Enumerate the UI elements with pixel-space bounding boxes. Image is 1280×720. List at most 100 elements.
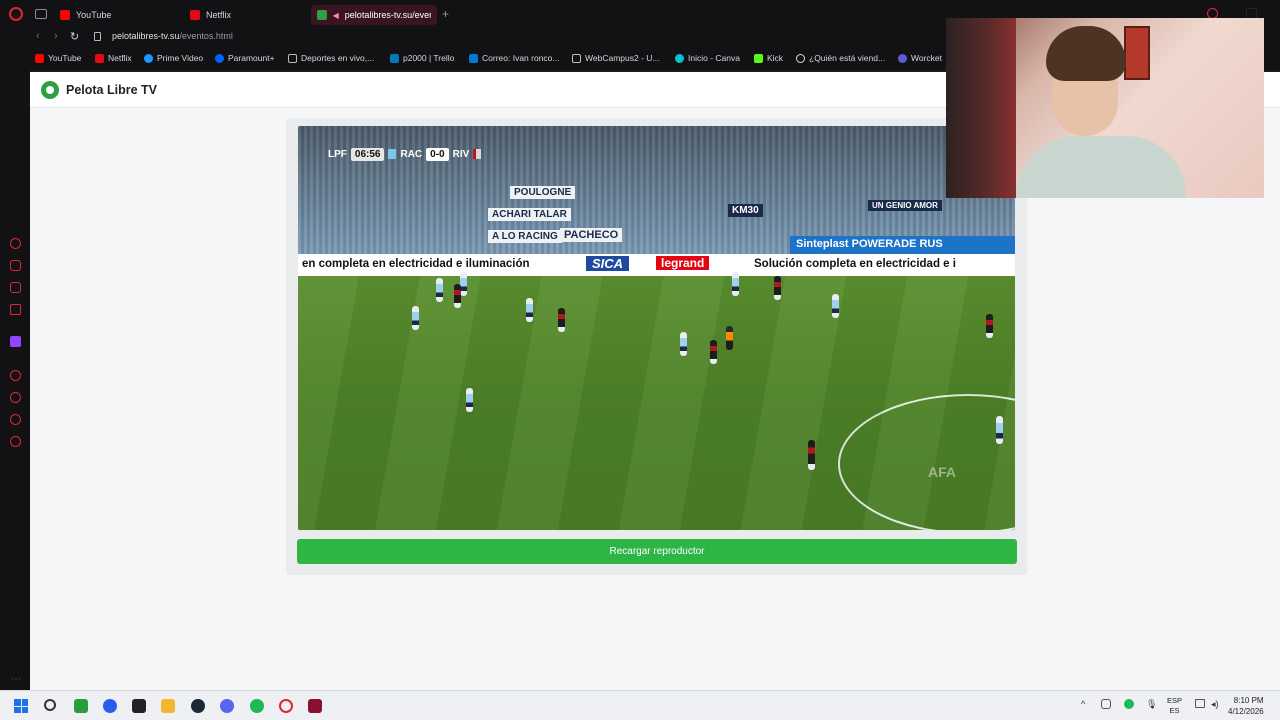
bookmark-canva[interactable]: Inicio - Canva — [675, 53, 740, 63]
search-icon[interactable] — [44, 699, 56, 711]
bookmark-kick[interactable]: Kick — [754, 53, 783, 63]
url-domain: pelotalibres-tv.su — [112, 31, 180, 41]
ad-board: en completa en electricidad e iluminació… — [298, 254, 1015, 276]
reload-player-button[interactable]: Recargar reproductor — [297, 539, 1017, 564]
streamer-body — [1016, 136, 1186, 198]
bookmark-trello[interactable]: p2000 | Trello — [390, 53, 454, 63]
player-river — [986, 314, 993, 338]
volume-icon[interactable]: ◂) — [1211, 699, 1219, 710]
url-field[interactable]: pelotalibres-tv.su/eventos.html — [112, 31, 233, 41]
folder-icon[interactable] — [161, 699, 175, 713]
ea-icon[interactable] — [103, 699, 117, 713]
bookmark-label: Prime Video — [157, 53, 204, 63]
settings-icon[interactable] — [10, 436, 21, 447]
tab-label: pelotalibres-tv.su/even — [344, 10, 431, 20]
forward-icon[interactable]: › — [54, 30, 58, 42]
player-card: POULOGNE ACHARI TALAR A LO RACING PACHEC… — [286, 118, 1027, 575]
twitch-icon[interactable] — [10, 336, 21, 347]
bookmark-quien-esta-viendo[interactable]: ¿Quién está viend... — [796, 53, 885, 63]
capcut-icon[interactable] — [132, 699, 146, 713]
player-river — [558, 308, 565, 332]
bookmark-label: Correo: Ivan ronco... — [482, 53, 560, 63]
tab-pelotalibre[interactable]: ◀ pelotalibres-tv.su/even — [311, 5, 437, 25]
crowd-banner: UN GENIO AMOR — [868, 200, 942, 211]
bookmark-label: Inicio - Canva — [688, 53, 740, 63]
racing-crest-icon — [388, 149, 397, 159]
tab-label: YouTube — [76, 10, 112, 20]
bookmark-youtube[interactable]: YouTube — [35, 53, 81, 63]
scorebug: LPF 06:56 RAC 0-0 RIV — [328, 146, 482, 162]
player-river — [710, 340, 717, 364]
terminal-icon[interactable] — [74, 699, 88, 713]
bookmark-worcket[interactable]: Worcket — [898, 53, 942, 63]
workspace-icon[interactable] — [10, 304, 21, 315]
spotify-icon[interactable] — [250, 699, 264, 713]
bookmark-correo[interactable]: Correo: Ivan ronco... — [469, 53, 559, 63]
system-clock[interactable]: 8:10 PM 4/12/2026 — [1228, 695, 1264, 717]
player-racing — [680, 332, 687, 356]
profile-icon — [796, 53, 805, 63]
crowd-banner: A LO RACING — [488, 230, 562, 243]
crowd-banner: ACHARI TALAR — [488, 208, 571, 221]
whatsapp-icon[interactable] — [10, 260, 21, 271]
bookmark-label: Worcket — [911, 53, 943, 63]
river-crest-icon — [473, 149, 482, 159]
bookmark-webcampus[interactable]: WebCampus2 - U... — [572, 53, 659, 63]
tab-label: Netflix — [206, 10, 232, 20]
ad-text-right: Solución completa en electricidad e i — [754, 258, 956, 270]
bookmark-prime-video[interactable]: Prime Video — [144, 53, 203, 63]
network-icon[interactable] — [1195, 699, 1205, 708]
player-racing — [412, 306, 419, 330]
player-icon[interactable] — [10, 370, 21, 381]
keyboard-layout: ES — [1169, 706, 1180, 715]
league-label: LPF — [328, 148, 347, 160]
youtube-icon — [35, 53, 44, 63]
instagram-icon[interactable] — [10, 282, 21, 293]
tab-netflix[interactable]: Netflix — [184, 5, 237, 25]
page-icon — [572, 53, 581, 63]
netflix-icon — [95, 53, 104, 63]
opera-gx-icon[interactable] — [308, 699, 322, 713]
steam-icon[interactable] — [191, 699, 205, 713]
microphone-icon[interactable]: 🎙 — [1146, 699, 1157, 710]
bookmark-paramount[interactable]: Paramount+ — [215, 53, 275, 63]
crowd-banner: POULOGNE — [510, 186, 576, 199]
referee — [726, 326, 733, 350]
bookmark-deportes[interactable]: Deportes en vivo,... — [288, 53, 374, 63]
onedrive-icon[interactable] — [1101, 699, 1111, 709]
discord-icon[interactable] — [220, 699, 234, 713]
ad-legrand: legrand — [656, 256, 710, 270]
extensions-icon[interactable] — [10, 414, 21, 425]
ad-sica: SICA — [586, 256, 630, 271]
reload-icon[interactable]: ↻ — [70, 30, 79, 43]
new-tab-button[interactable]: + — [442, 7, 449, 21]
player-racing — [436, 278, 443, 302]
history-icon[interactable] — [10, 392, 21, 403]
bookmark-netflix[interactable]: Netflix — [95, 53, 132, 63]
player-racing — [832, 294, 839, 318]
site-title[interactable]: Pelota Libre TV — [66, 83, 157, 97]
bookmark-label: YouTube — [48, 53, 82, 63]
tab-youtube[interactable]: YouTube — [54, 5, 117, 25]
opera-icon[interactable] — [279, 699, 293, 713]
spotify-tray-icon[interactable] — [1124, 699, 1134, 709]
language-indicator[interactable]: ESP ES — [1167, 696, 1182, 716]
speaker-icon[interactable]: ◀ — [333, 11, 339, 20]
messenger-icon[interactable] — [10, 238, 21, 249]
tab-manager-icon[interactable] — [35, 9, 47, 19]
language-code: ESP — [1167, 696, 1183, 705]
pitch — [298, 276, 1015, 530]
sponsor-board: Sinteplast POWERADE RUS — [790, 236, 1015, 254]
windows-start-icon[interactable] — [14, 699, 28, 713]
score: 0-0 — [426, 147, 449, 161]
video-player[interactable]: POULOGNE ACHARI TALAR A LO RACING PACHEC… — [298, 126, 1015, 530]
player-river — [454, 284, 461, 308]
show-hidden-icons[interactable]: ^ — [1081, 699, 1085, 709]
paramount-icon — [215, 53, 224, 63]
webcam-overlay — [946, 18, 1264, 198]
opera-logo-icon[interactable] — [9, 7, 23, 21]
browser-sidebar: ⋯ — [0, 70, 30, 690]
more-options-icon[interactable]: ⋯ — [11, 675, 21, 685]
back-icon[interactable]: ‹ — [36, 30, 40, 42]
soccer-ball-icon[interactable] — [41, 81, 59, 99]
